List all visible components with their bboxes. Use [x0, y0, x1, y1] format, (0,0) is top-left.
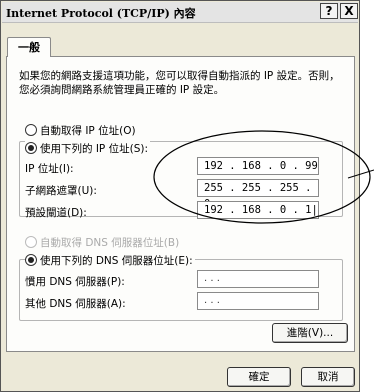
help-button[interactable]: ?	[320, 3, 338, 19]
dns-groupbox	[19, 259, 343, 321]
preferred-dns-label: 慣用 DNS 伺服器(P):	[25, 276, 125, 288]
tab-general[interactable]: 一般	[7, 37, 51, 57]
radio-auto-ip-label: 自動取得 IP 位址(O)	[40, 125, 136, 137]
cancel-button[interactable]: 取消	[301, 367, 355, 387]
default-gateway-label: 預設閘道(D):	[25, 207, 87, 219]
radio-auto-dns-label: 自動取得 DNS 伺服器位址(B)	[40, 237, 180, 249]
radio-manual-ip-label: 使用下列的 IP 位址(S):	[40, 143, 148, 155]
preferred-dns-value: . . .	[204, 273, 220, 284]
ok-button[interactable]: 確定	[227, 367, 291, 387]
subnet-mask-input[interactable]: 255 . 255 . 255 . 0	[197, 179, 319, 210]
ip-address-label: IP 位址(I):	[25, 163, 74, 175]
close-button[interactable]: X	[340, 3, 358, 19]
general-panel: 如果您的網路支援這項功能，您可以取得自動指派的 IP 設定。否則，您必須詢問網路…	[6, 56, 355, 352]
radio-manual-ip[interactable]: 使用下列的 IP 位址(S):	[25, 141, 150, 156]
radio-manual-dns-indicator[interactable]	[25, 254, 37, 266]
radio-auto-dns[interactable]: 自動取得 DNS 伺服器位址(B)	[25, 235, 179, 250]
alternate-dns-label: 其他 DNS 伺服器(A):	[25, 298, 126, 310]
window-title: Internet Protocol (TCP/IP) 內容	[6, 7, 196, 20]
radio-auto-ip-indicator[interactable]	[25, 124, 37, 136]
title-bar[interactable]: Internet Protocol (TCP/IP) 內容 ? X	[2, 2, 358, 23]
advanced-button[interactable]: 進階(V)...	[272, 323, 348, 343]
alternate-dns-input[interactable]: . . .	[197, 292, 319, 310]
preferred-dns-input[interactable]: . . .	[197, 270, 319, 288]
tcpip-properties-dialog: Internet Protocol (TCP/IP) 內容 ? X 一般 如果您…	[0, 0, 360, 392]
radio-manual-ip-indicator[interactable]	[25, 142, 37, 154]
subnet-mask-label: 子網路遮罩(U):	[25, 185, 97, 197]
alternate-dns-value: . . .	[204, 295, 220, 306]
radio-manual-dns[interactable]: 使用下列的 DNS 伺服器位址(E):	[25, 253, 195, 268]
default-gateway-input[interactable]: 192 . 168 . 0 . 1|	[197, 201, 319, 219]
ip-address-input[interactable]: 192 . 168 . 0 . 99	[197, 157, 319, 175]
radio-auto-ip[interactable]: 自動取得 IP 位址(O)	[25, 123, 136, 138]
radio-manual-dns-label: 使用下列的 DNS 伺服器位址(E):	[40, 255, 193, 267]
description-text: 如果您的網路支援這項功能，您可以取得自動指派的 IP 設定。否則，您必須詢問網路…	[19, 70, 340, 96]
radio-auto-dns-indicator[interactable]	[25, 236, 37, 248]
